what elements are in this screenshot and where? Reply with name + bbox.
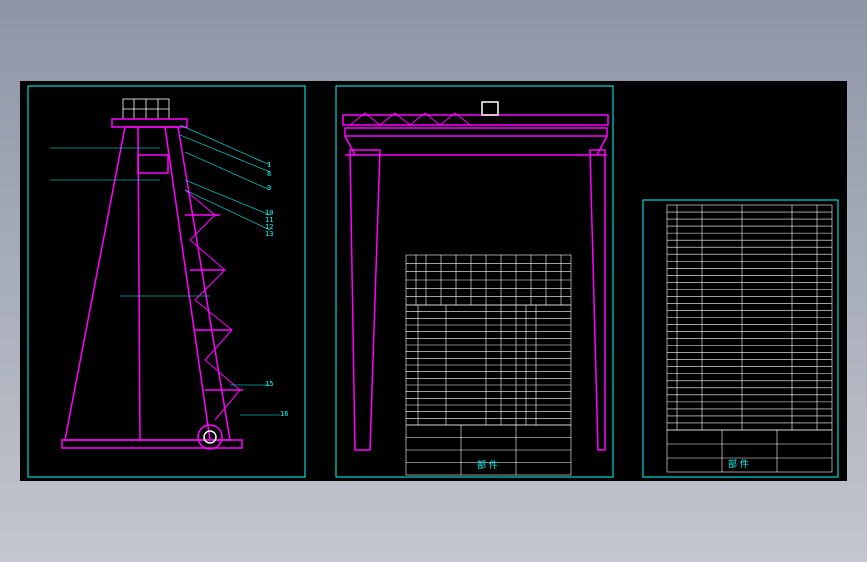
callout-15: 15: [265, 380, 273, 388]
tables: [405, 254, 572, 476]
table-frame: [666, 429, 833, 473]
leader-lines: [50, 124, 280, 416]
sheet-2-gantry-elevation[interactable]: 部 件: [335, 85, 614, 478]
callout-8: 8: [267, 170, 271, 178]
gantry-girder: [342, 101, 609, 451]
drawing: 1 8 9 10 11 12 13 15 16 部 件 部 件: [27, 85, 839, 478]
callout-9: 9: [267, 184, 271, 192]
callout-1: 1: [267, 161, 271, 169]
leg-frame: [61, 118, 243, 450]
sheet-2-title: 部 件: [477, 459, 498, 471]
callout-numbers: 1 8 9 10 11 12 13 15 16: [265, 161, 288, 418]
operator-cab: [122, 98, 170, 120]
callout-16: 16: [280, 410, 288, 418]
sheet-1-leg-elevation[interactable]: 1 8 9 10 11 12 13 15 16: [27, 85, 306, 478]
callout-13: 13: [265, 230, 273, 238]
parts-table: [666, 204, 833, 473]
sheet-3-title: 部 件: [728, 458, 749, 470]
sheet-3-parts-list[interactable]: 部 件: [642, 199, 839, 478]
